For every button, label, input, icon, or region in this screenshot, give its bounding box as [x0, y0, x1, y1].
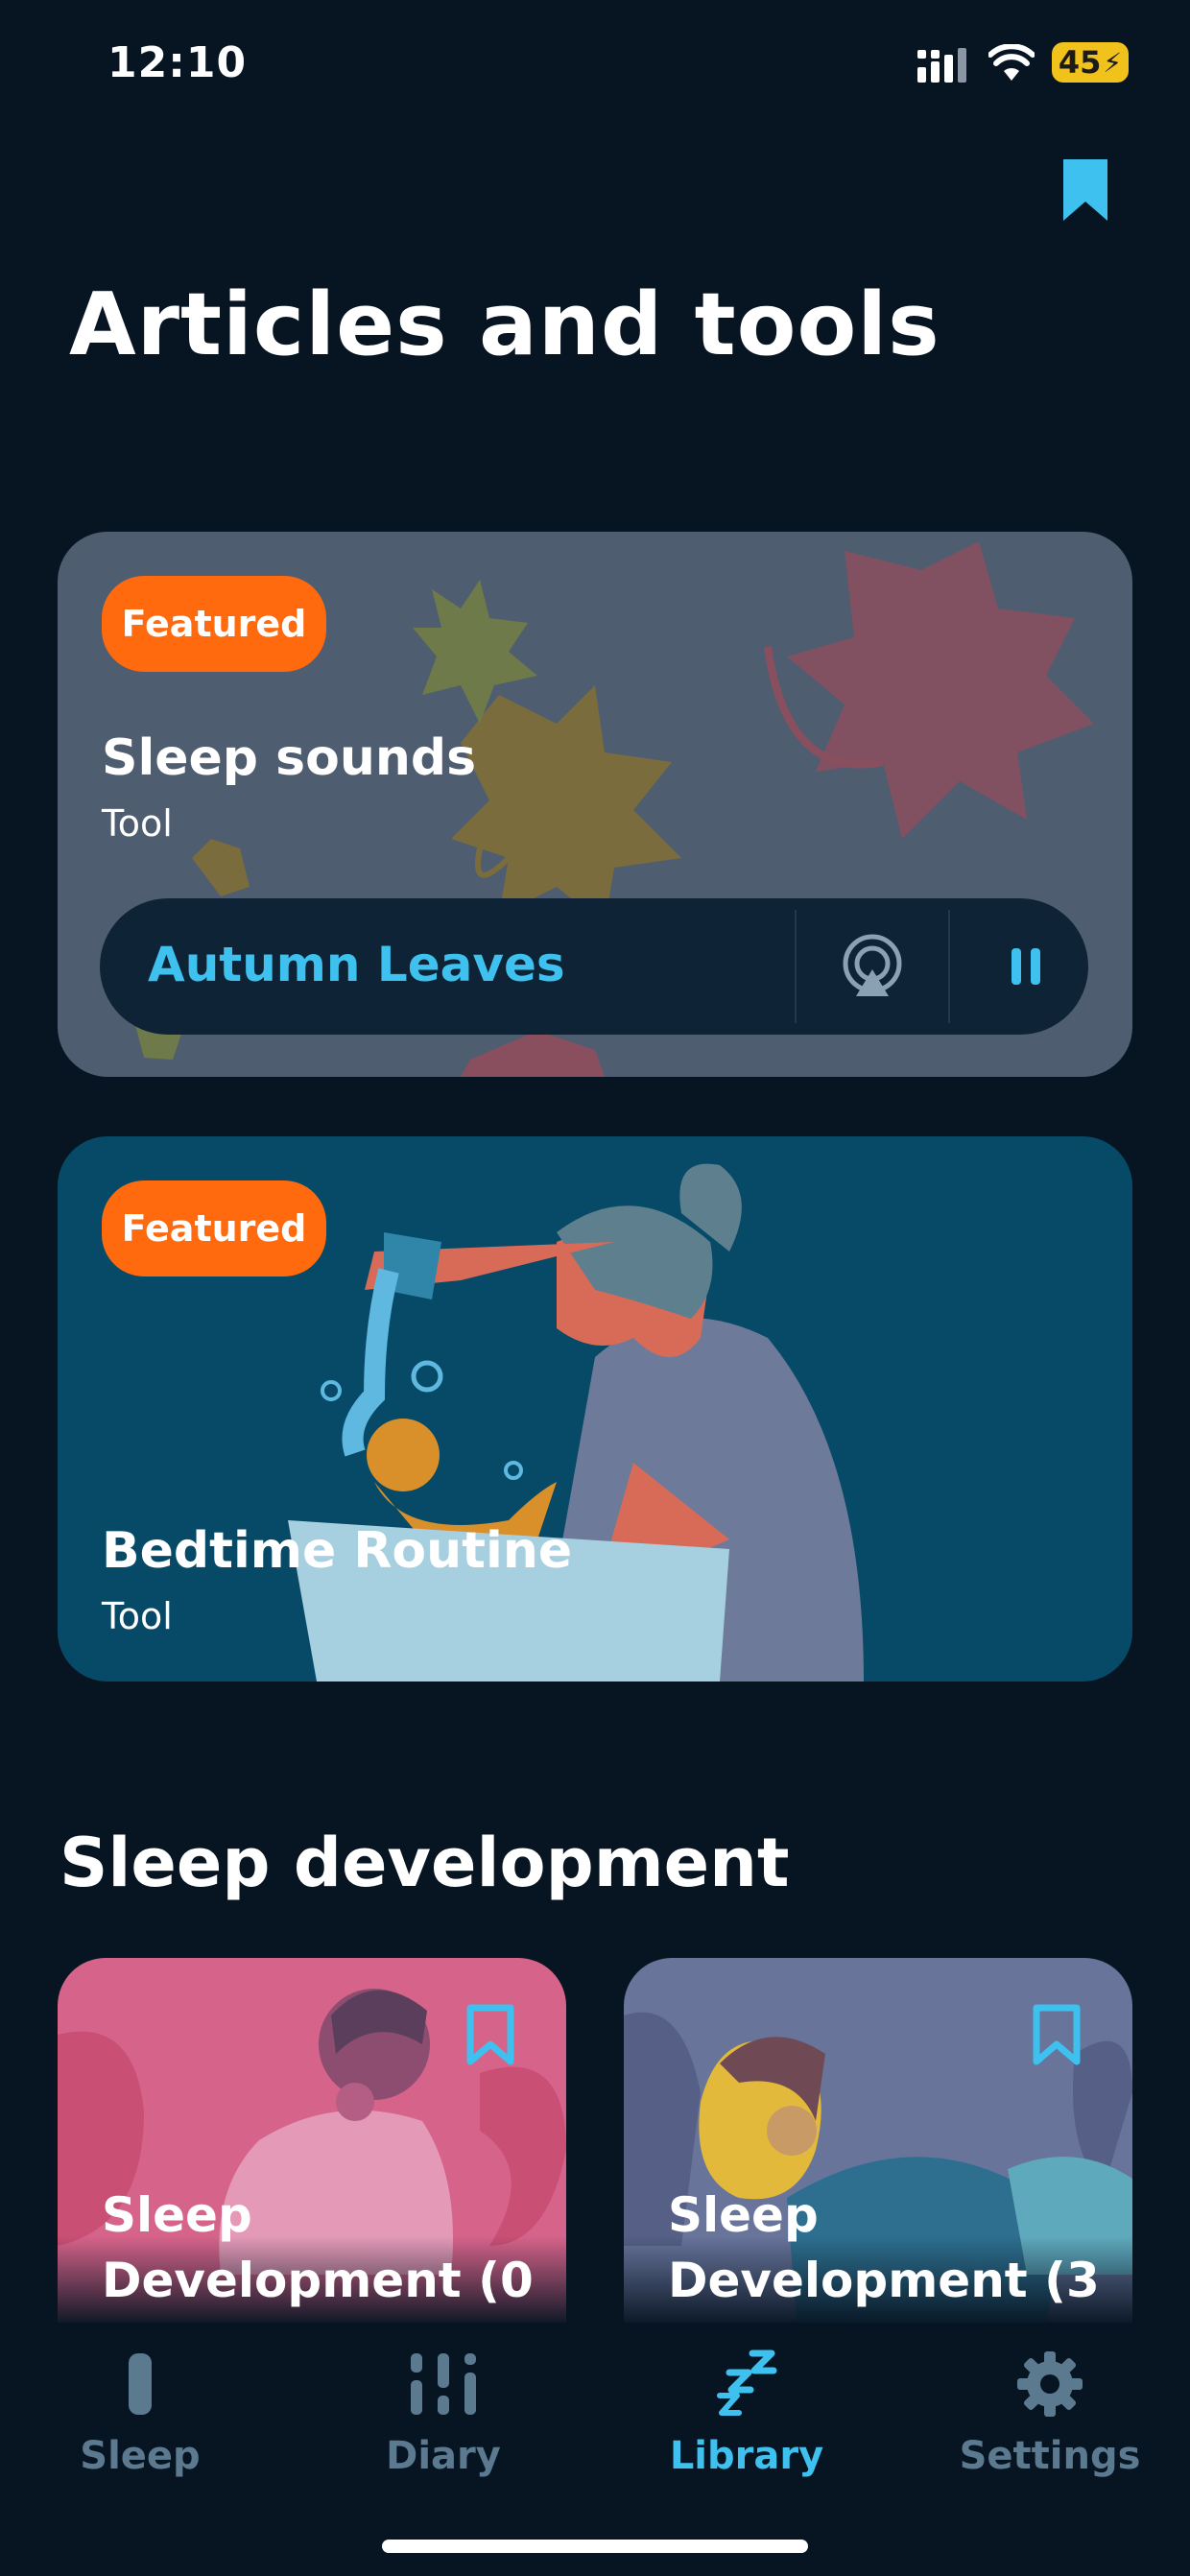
- battery-level: 45: [1058, 44, 1102, 81]
- sound-player[interactable]: Autumn Leaves: [100, 898, 1088, 1035]
- tab-sleep[interactable]: Sleep: [25, 2349, 255, 2478]
- player-divider: [948, 910, 950, 1023]
- status-time: 12:10: [107, 38, 248, 87]
- sleep-development-tile[interactable]: Sleep Development (3: [624, 1958, 1132, 2323]
- card-title: Bedtime Routine: [102, 1522, 573, 1580]
- home-indicator[interactable]: [382, 2540, 808, 2553]
- card-type: Tool: [102, 802, 173, 845]
- wifi-icon: [988, 44, 1035, 81]
- battery-indicator: 45 ⚡: [1052, 42, 1129, 83]
- tab-settings[interactable]: Settings: [935, 2349, 1165, 2478]
- cellular-signal-icon: [917, 48, 966, 83]
- card-title: Sleep sounds: [102, 729, 477, 787]
- charging-bolt-icon: ⚡: [1103, 46, 1123, 79]
- diary-bars-icon: [411, 2353, 476, 2415]
- player-track-title: Autumn Leaves: [148, 937, 565, 992]
- page-title: Articles and tools: [69, 274, 940, 375]
- section-title: Sleep development: [60, 1824, 790, 1902]
- bedtime-routine-card[interactable]: Featured Bedtime Routine Tool: [58, 1136, 1132, 1682]
- saved-bookmark-icon[interactable]: [1059, 159, 1111, 221]
- tab-library[interactable]: Library: [631, 2349, 862, 2478]
- gear-icon: [1017, 2351, 1083, 2417]
- tab-label: Settings: [959, 2434, 1141, 2478]
- pause-icon[interactable]: [992, 935, 1059, 998]
- tab-bar: Sleep Diary Library Settings: [0, 2323, 1190, 2576]
- tile-title: Sleep Development (3: [668, 2187, 1100, 2308]
- featured-badge: Featured: [102, 1181, 326, 1276]
- tile-title: Sleep Development (0: [102, 2187, 534, 2308]
- tab-diary[interactable]: Diary: [328, 2349, 559, 2478]
- tab-label: Sleep: [80, 2434, 201, 2478]
- sleep-development-tile[interactable]: Sleep Development (0: [58, 1958, 566, 2323]
- sleep-bar-icon: [129, 2353, 152, 2415]
- bookmark-icon[interactable]: [1031, 2004, 1083, 2067]
- tab-label: Library: [669, 2434, 824, 2478]
- featured-badge: Featured: [102, 576, 326, 672]
- zzz-library-icon: [717, 2349, 777, 2416]
- tab-label: Diary: [386, 2434, 501, 2478]
- card-type: Tool: [102, 1595, 173, 1637]
- player-divider: [795, 910, 797, 1023]
- airplay-icon[interactable]: [839, 933, 906, 1000]
- bookmark-icon[interactable]: [464, 2004, 516, 2067]
